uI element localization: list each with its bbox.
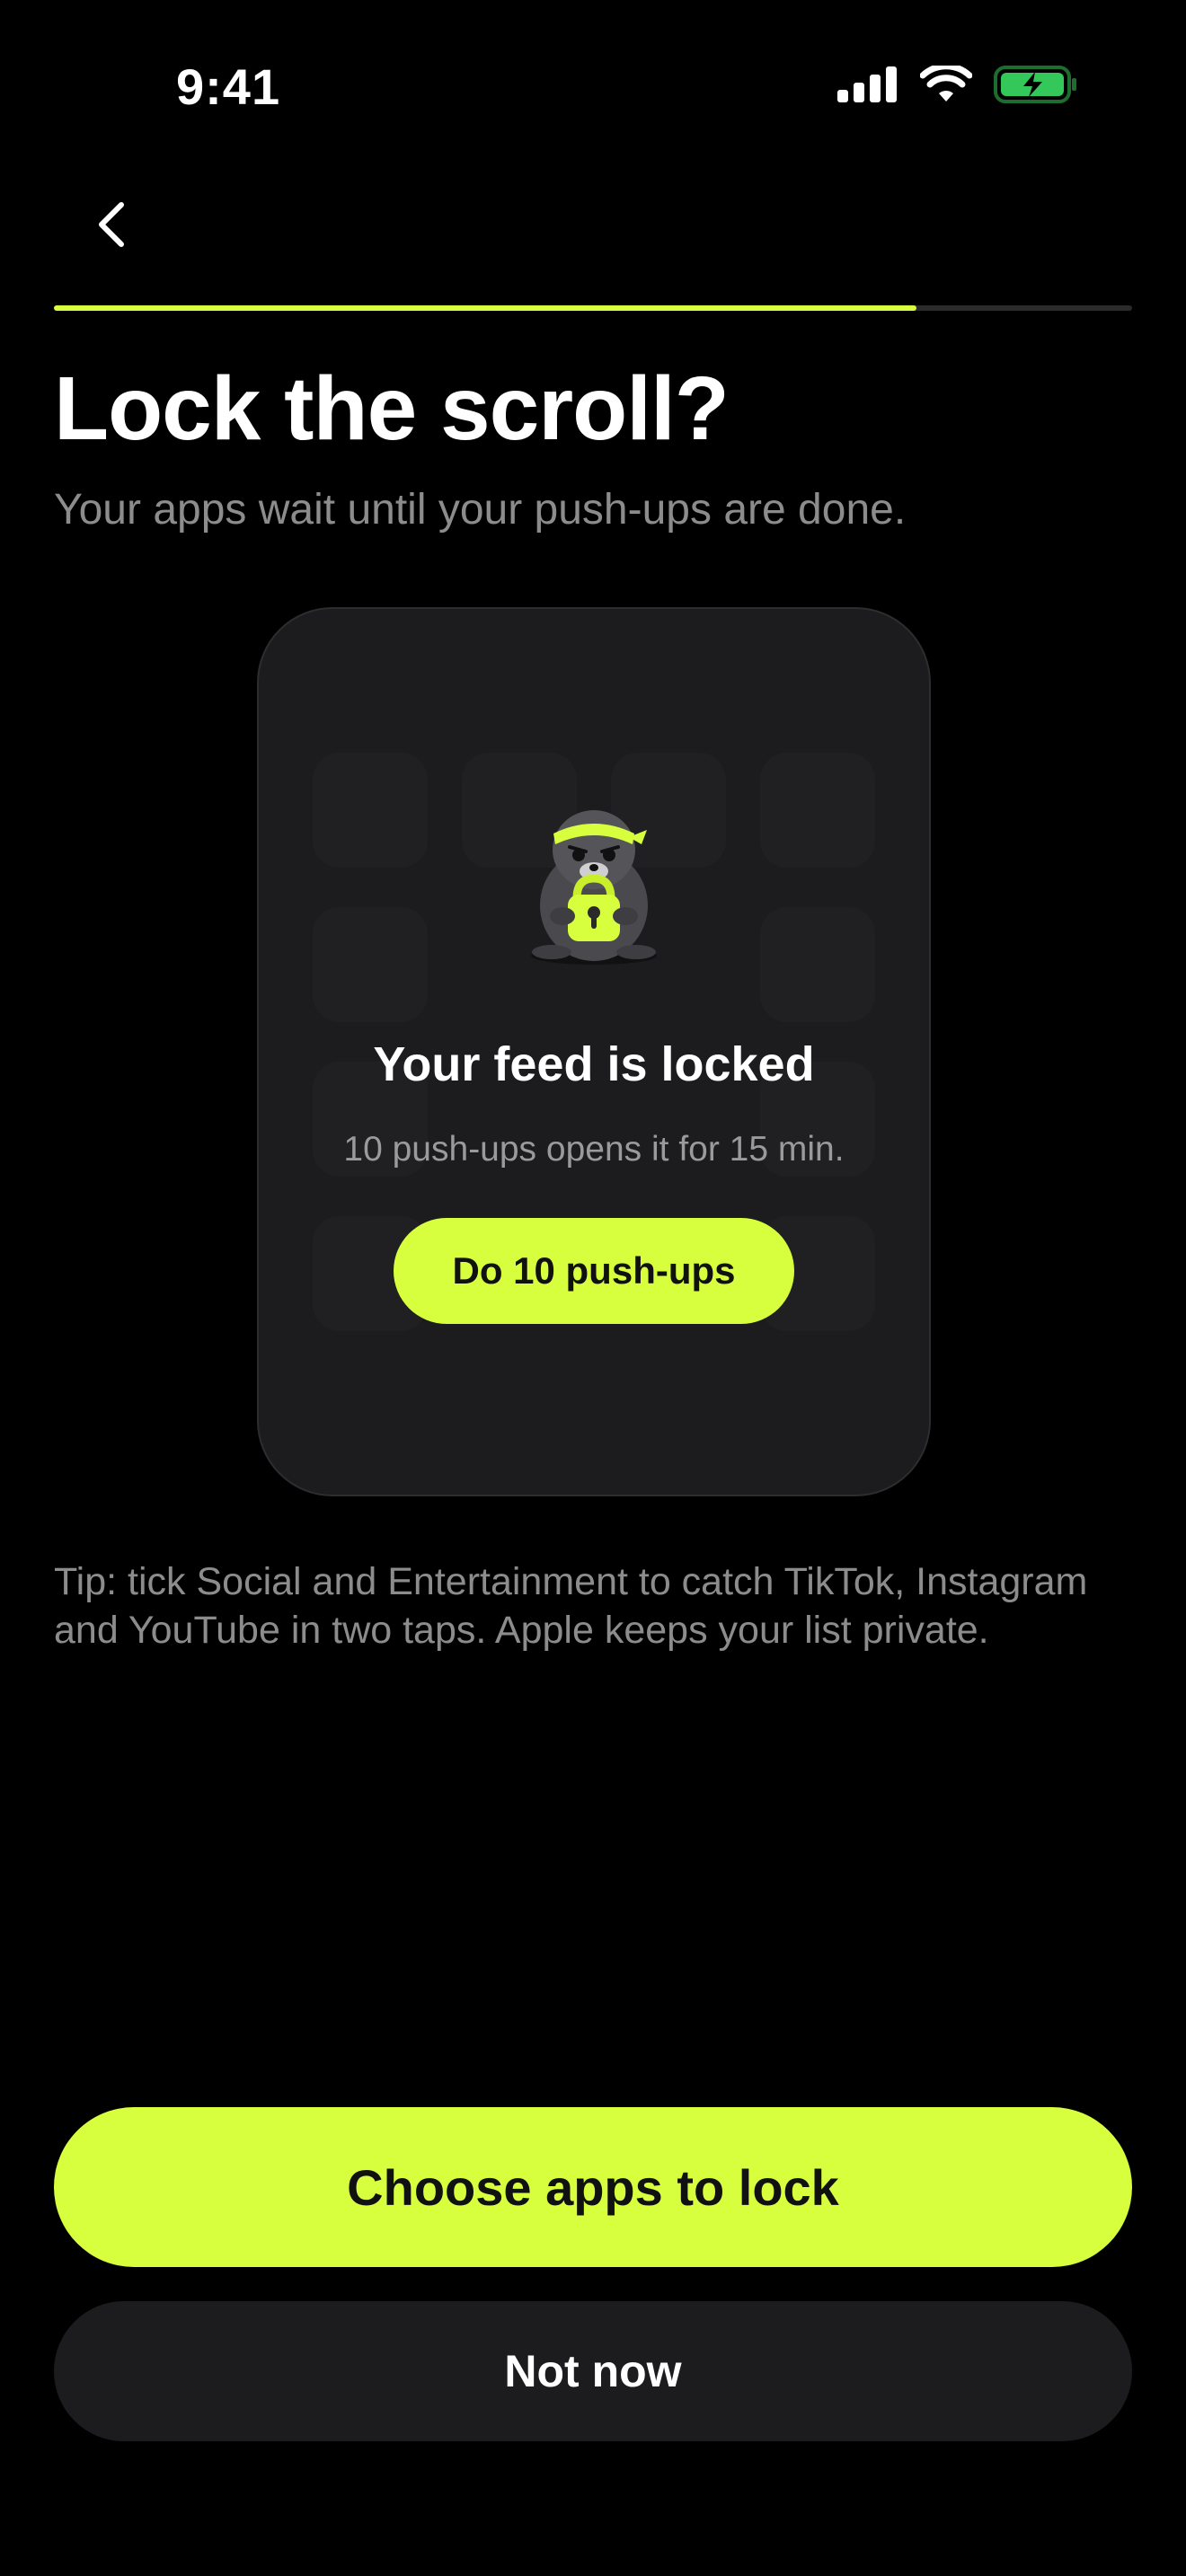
page-subtitle: Your apps wait until your push-ups are d… (54, 486, 907, 534)
page-title: Lock the scroll? (54, 358, 730, 459)
card-title: Your feed is locked (373, 1037, 815, 1091)
status-icons (837, 65, 1078, 104)
onboarding-progress-bar (54, 305, 1132, 311)
chevron-left-icon (99, 202, 124, 247)
choose-apps-button[interactable]: Choose apps to lock (54, 2107, 1132, 2267)
not-now-button[interactable]: Not now (54, 2301, 1132, 2441)
lock-preview-card: Your feed is locked 10 push-ups opens it… (257, 607, 931, 1496)
status-time: 9:41 (176, 58, 281, 115)
signal-icon (837, 66, 897, 102)
do-push-ups-button[interactable]: Do 10 push-ups (394, 1218, 794, 1324)
tip-text: Tip: tick Social and Entertainment to ca… (54, 1560, 1088, 1652)
seal-with-headband-holding-lock-icon (531, 810, 657, 965)
battery-charging-icon (994, 66, 1076, 103)
progress-fill (54, 305, 916, 311)
card-subtitle: 10 push-ups opens it for 15 min. (343, 1130, 845, 1169)
wifi-icon (920, 66, 972, 101)
back-button[interactable] (79, 189, 144, 260)
status-bar: 9:41 (0, 0, 1186, 171)
